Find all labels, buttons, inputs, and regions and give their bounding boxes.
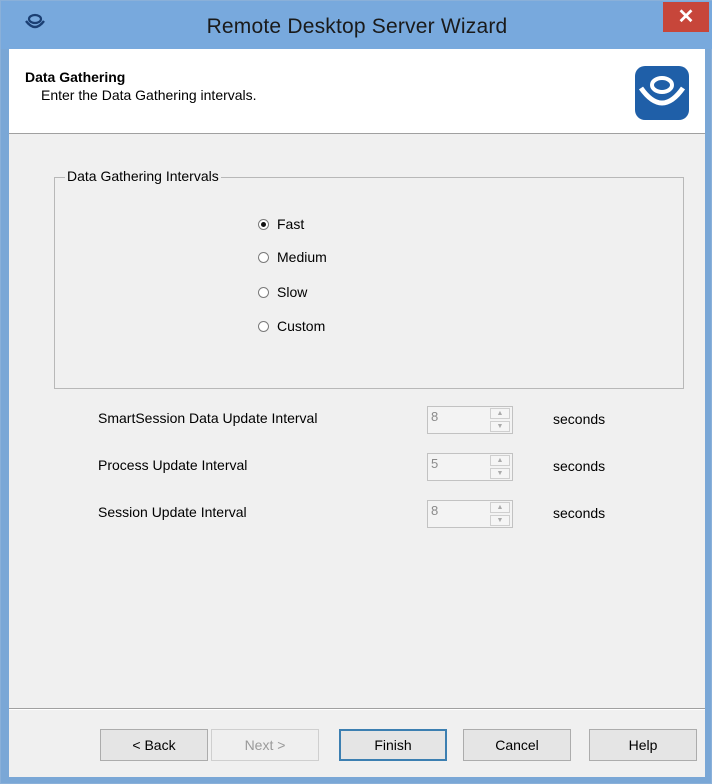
next-button[interactable]: Next > bbox=[211, 729, 319, 761]
radio-slow[interactable]: Slow bbox=[258, 284, 307, 300]
cancel-button[interactable]: Cancel bbox=[463, 729, 571, 761]
spin-down-icon[interactable]: ▼ bbox=[490, 515, 510, 526]
page-subtitle: Enter the Data Gathering intervals. bbox=[41, 87, 257, 103]
spin-up-icon[interactable]: ▲ bbox=[490, 408, 510, 419]
radio-custom[interactable]: Custom bbox=[258, 318, 325, 334]
interval-row-process: Process Update Interval 5 ▲ ▼ seconds bbox=[9, 453, 705, 481]
radio-medium-label: Medium bbox=[277, 249, 327, 265]
radio-slow-label: Slow bbox=[277, 284, 308, 300]
help-button[interactable]: Help bbox=[589, 729, 697, 761]
spin-down-icon[interactable]: ▼ bbox=[490, 421, 510, 432]
session-interval-value: 8 bbox=[431, 503, 439, 518]
thinmanager-logo-icon bbox=[635, 66, 689, 120]
radio-fast-indicator[interactable] bbox=[258, 218, 269, 230]
footer-divider bbox=[9, 708, 705, 710]
spin-down-icon[interactable]: ▼ bbox=[490, 468, 510, 479]
spin-up-icon[interactable]: ▲ bbox=[490, 455, 510, 466]
radio-slow-indicator[interactable] bbox=[258, 286, 269, 298]
close-button[interactable]: ✕ bbox=[663, 2, 709, 32]
radio-fast[interactable]: Fast bbox=[258, 216, 304, 232]
page-title: Data Gathering bbox=[25, 69, 126, 85]
data-gathering-intervals-group: Data Gathering Intervals Fast Medium Slo… bbox=[54, 168, 684, 389]
smartsession-interval-stepper[interactable]: 8 ▲ ▼ bbox=[427, 406, 513, 434]
wizard-client-area: Data Gathering Enter the Data Gathering … bbox=[9, 49, 705, 777]
radio-fast-label: Fast bbox=[277, 216, 305, 232]
wizard-header: Data Gathering Enter the Data Gathering … bbox=[9, 49, 705, 134]
smartsession-interval-unit: seconds bbox=[553, 411, 606, 427]
group-label: Data Gathering Intervals bbox=[65, 168, 221, 184]
interval-row-session: Session Update Interval 8 ▲ ▼ seconds bbox=[9, 500, 705, 528]
close-icon: ✕ bbox=[677, 6, 695, 28]
window-title: Remote Desktop Server Wizard bbox=[206, 15, 508, 38]
radio-custom-indicator[interactable] bbox=[258, 320, 269, 332]
finish-button[interactable]: Finish bbox=[339, 729, 447, 761]
session-interval-unit: seconds bbox=[553, 505, 606, 521]
title-bar[interactable]: Remote Desktop Server Wizard ✕ bbox=[1, 1, 712, 49]
radio-custom-label: Custom bbox=[277, 318, 326, 334]
radio-medium-indicator[interactable] bbox=[258, 251, 269, 263]
session-interval-label: Session Update Interval bbox=[98, 504, 247, 520]
process-interval-label: Process Update Interval bbox=[98, 457, 248, 473]
interval-row-smartsession: SmartSession Data Update Interval 8 ▲ ▼ … bbox=[9, 406, 705, 434]
session-interval-stepper[interactable]: 8 ▲ ▼ bbox=[427, 500, 513, 528]
process-interval-stepper[interactable]: 5 ▲ ▼ bbox=[427, 453, 513, 481]
process-interval-unit: seconds bbox=[553, 458, 606, 474]
radio-medium[interactable]: Medium bbox=[258, 249, 327, 265]
process-interval-value: 5 bbox=[431, 456, 439, 471]
window-frame: Remote Desktop Server Wizard ✕ Data Gath… bbox=[0, 0, 712, 784]
back-button[interactable]: < Back bbox=[100, 729, 208, 761]
spin-up-icon[interactable]: ▲ bbox=[490, 502, 510, 513]
smartsession-interval-label: SmartSession Data Update Interval bbox=[98, 410, 318, 426]
smartsession-interval-value: 8 bbox=[431, 409, 439, 424]
